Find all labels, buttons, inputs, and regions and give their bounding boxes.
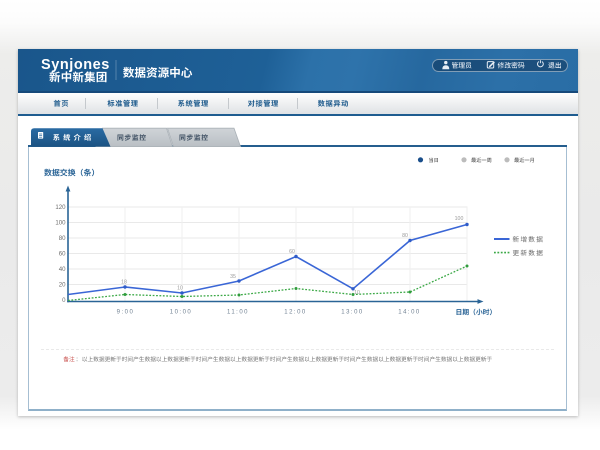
svg-text:35: 35 <box>230 274 236 280</box>
svg-text:100: 100 <box>55 220 66 227</box>
svg-text:0: 0 <box>62 297 66 304</box>
svg-text:40: 40 <box>59 266 66 273</box>
svg-text:9:00: 9:00 <box>117 310 135 316</box>
svg-text:18: 18 <box>121 279 127 285</box>
svg-text:10: 10 <box>177 286 183 292</box>
svg-text:Synjones: Synjones <box>41 57 110 73</box>
svg-text:13:00: 13:00 <box>341 310 364 316</box>
svg-text:10:00: 10:00 <box>170 310 193 316</box>
svg-text:60: 60 <box>289 249 295 255</box>
svg-text:20: 20 <box>59 282 66 289</box>
svg-text:12:00: 12:00 <box>284 310 307 316</box>
svg-text:10: 10 <box>354 290 360 296</box>
svg-text:60: 60 <box>59 251 66 258</box>
svg-text:14:00: 14:00 <box>398 310 421 316</box>
svg-text:120: 120 <box>55 204 66 211</box>
svg-text:80: 80 <box>59 235 66 242</box>
svg-text:100: 100 <box>455 216 464 222</box>
svg-text:11:00: 11:00 <box>227 310 249 316</box>
svg-text:80: 80 <box>402 233 408 239</box>
